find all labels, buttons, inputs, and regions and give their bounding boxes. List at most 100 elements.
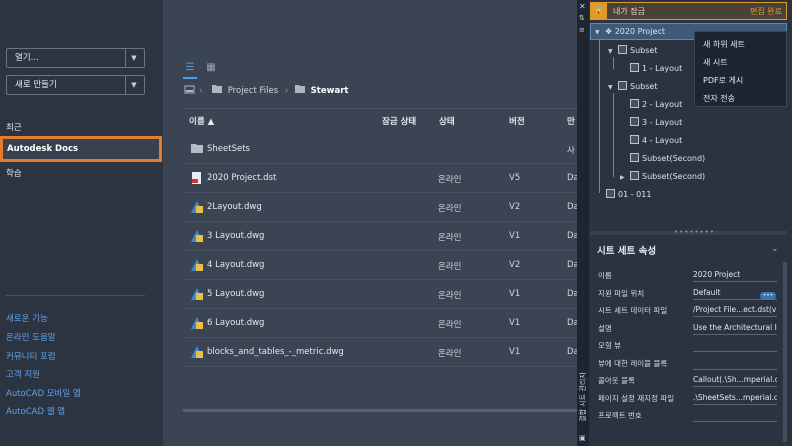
file-name[interactable]: 2020 Project.dst [207, 173, 276, 183]
browse-button[interactable]: ••• [760, 292, 776, 300]
file-name[interactable]: 2Layout.dwg [207, 202, 262, 212]
file-name[interactable]: SheetSets [207, 144, 250, 154]
column-version-header[interactable]: 버전 [509, 115, 525, 127]
table-row[interactable]: blocks_and_tables_-_metric.dwg 온라인 V1 Da [183, 338, 577, 367]
tree-item-sheet[interactable]: 01 - 011 [606, 189, 651, 199]
link-online-help[interactable]: 온라인 도움말 [6, 331, 56, 343]
file-date: Da [567, 260, 577, 270]
property-underline [693, 351, 777, 352]
link-whats-new[interactable]: 새로운 기능 [6, 312, 48, 324]
sheet-set-icon: ❖ [605, 27, 613, 36]
nav-autodesk-docs[interactable]: Autodesk Docs [0, 136, 162, 162]
menu-item-publish-pdf[interactable]: PDF로 게시 [703, 75, 743, 86]
breadcrumb-stewart[interactable]: Stewart [311, 86, 349, 96]
new-dropdown[interactable]: 새로 만들기 ▼ [6, 75, 145, 95]
sheet-icon [630, 117, 639, 126]
chevron-down-icon[interactable]: ▼ [128, 49, 140, 67]
file-status: 온라인 [438, 204, 462, 214]
nav-learn[interactable]: 학습 [6, 167, 22, 179]
panel-splitter[interactable]: •••••••• [590, 228, 787, 236]
menu-item-etransmit[interactable]: 전자 전송 [703, 93, 735, 104]
tree-item-sheet[interactable]: 1 - Layout [630, 63, 682, 73]
dwg-file-icon [191, 230, 203, 242]
file-date: Da [567, 318, 577, 328]
properties-title: 시트 세트 속성 [597, 246, 657, 257]
menu-item-new-subset[interactable]: 새 하위 세트 [703, 39, 745, 50]
file-version: V1 [509, 231, 521, 241]
expand-arrow-icon[interactable]: ▼ [608, 48, 616, 55]
link-customer-support[interactable]: 고객 지원 [6, 368, 40, 380]
table-row[interactable]: 4 Layout.dwg 온라인 V2 Da [183, 251, 577, 280]
close-icon[interactable]: ✕ [579, 2, 586, 11]
file-status: 온라인 [438, 349, 462, 359]
file-name[interactable]: 4 Layout.dwg [207, 260, 264, 270]
tree-sheet-label: 1 - Layout [642, 64, 683, 73]
property-label: 콜아웃 블록 [598, 376, 635, 385]
property-label: 이름 [598, 271, 612, 280]
expand-arrow-icon[interactable]: ▼ [608, 84, 616, 91]
tree-item-subset[interactable]: ▶ Subset(Second) [620, 171, 705, 181]
tree-item-sheet[interactable]: 3 - Layout [630, 117, 682, 127]
link-web-app[interactable]: AutoCAD 웹 앱 [6, 405, 65, 417]
file-status: 온라인 [438, 262, 462, 272]
file-name[interactable]: 3 Layout.dwg [207, 231, 264, 241]
collapse-chevron-icon[interactable]: ⌄ [771, 244, 779, 254]
table-row[interactable]: 3 Layout.dwg 온라인 V1 Da [183, 222, 577, 251]
file-status: 온라인 [438, 320, 462, 330]
property-value[interactable]: 2020 Project [693, 270, 777, 279]
link-community-forum[interactable]: 커뮤니티 포럼 [6, 350, 56, 362]
nav-recent[interactable]: 최근 [6, 121, 22, 133]
file-name[interactable]: 5 Layout.dwg [207, 289, 264, 299]
tree-item-sheet[interactable]: 2 - Layout [630, 99, 682, 109]
property-value[interactable]: .\SheetSets...mperial.dwt [693, 393, 777, 402]
property-value[interactable]: Use the Architectural Imperial [693, 323, 777, 332]
tree-item-subset[interactable]: ▼ Subset [608, 45, 657, 55]
properties-scrollbar[interactable] [783, 262, 787, 442]
column-date-header[interactable]: 만 [567, 115, 575, 127]
tree-item-root[interactable]: ▼ ❖ 2020 Project [595, 27, 665, 36]
file-date: Da [567, 231, 577, 241]
chevron-down-icon[interactable]: ▼ [128, 76, 140, 94]
sheet-set-icon: ▣ [579, 434, 586, 442]
column-name-header[interactable]: 이름 ▲ [189, 115, 214, 127]
tree-item-subset[interactable]: ▼ Subset [608, 81, 657, 91]
tree-sheet-label: 2 - Layout [642, 100, 683, 109]
subset-icon [630, 171, 639, 180]
expand-arrow-icon[interactable]: ▶ [620, 174, 628, 181]
drive-icon[interactable] [184, 84, 196, 98]
table-row[interactable]: 6 Layout.dwg 온라인 V1 Da [183, 309, 577, 338]
table-row[interactable]: 2020 Project.dst 온라인 V5 Da [183, 164, 577, 193]
left-sidebar: 열기... ▼ 새로 만들기 ▼ 최근 Autodesk Docs 학습 새로운… [0, 0, 163, 446]
table-row[interactable]: 2Layout.dwg 온라인 V2 Da [183, 193, 577, 222]
file-status: 온라인 [438, 291, 462, 301]
properties-icon[interactable]: ≡ [579, 26, 585, 34]
table-row[interactable]: 5 Layout.dwg 온라인 V1 Da [183, 280, 577, 309]
tree-item-subset[interactable]: Subset(Second) [630, 153, 705, 163]
pin-icon[interactable]: ⇅ [579, 14, 585, 22]
header-divider [183, 108, 577, 109]
tree-line [613, 93, 614, 177]
grid-view-icon[interactable]: ▦ [204, 61, 218, 75]
tree-item-sheet[interactable]: 4 - Layout [630, 135, 682, 145]
file-version: V2 [509, 202, 521, 212]
table-row[interactable]: SheetSets 사 [183, 135, 577, 164]
file-name[interactable]: blocks_and_tables_-_metric.dwg [207, 347, 344, 357]
horizontal-scrollbar[interactable] [183, 409, 577, 412]
property-label: 시트 세트 데이터 파일 [598, 306, 668, 315]
open-dropdown[interactable]: 열기... ▼ [6, 48, 145, 68]
dropdown-separator [125, 76, 126, 94]
tree-sheet-label: 3 - Layout [642, 118, 683, 127]
file-name[interactable]: 6 Layout.dwg [207, 318, 264, 328]
property-value[interactable]: Callout(.\Sh...mperial.dwt) [693, 375, 777, 384]
breadcrumb-project-files[interactable]: Project Files [228, 86, 278, 96]
menu-item-new-sheet[interactable]: 새 시트 [703, 57, 728, 68]
column-state-header[interactable]: 상태 [439, 115, 455, 127]
link-mobile-app[interactable]: AutoCAD 모바일 앱 [6, 387, 81, 399]
property-value[interactable]: /Project File...ect.dst(v1.1) [693, 305, 777, 314]
property-label: 지원 파일 위치 [598, 288, 645, 298]
tree-root-label: 2020 Project [614, 27, 665, 36]
list-view-icon[interactable]: ☰ [183, 61, 197, 75]
column-lock-header[interactable]: 잠금 상태 [382, 115, 416, 127]
finish-editing-link[interactable]: 편집 완료 [750, 6, 782, 17]
expand-arrow-icon[interactable]: ▼ [595, 29, 603, 36]
